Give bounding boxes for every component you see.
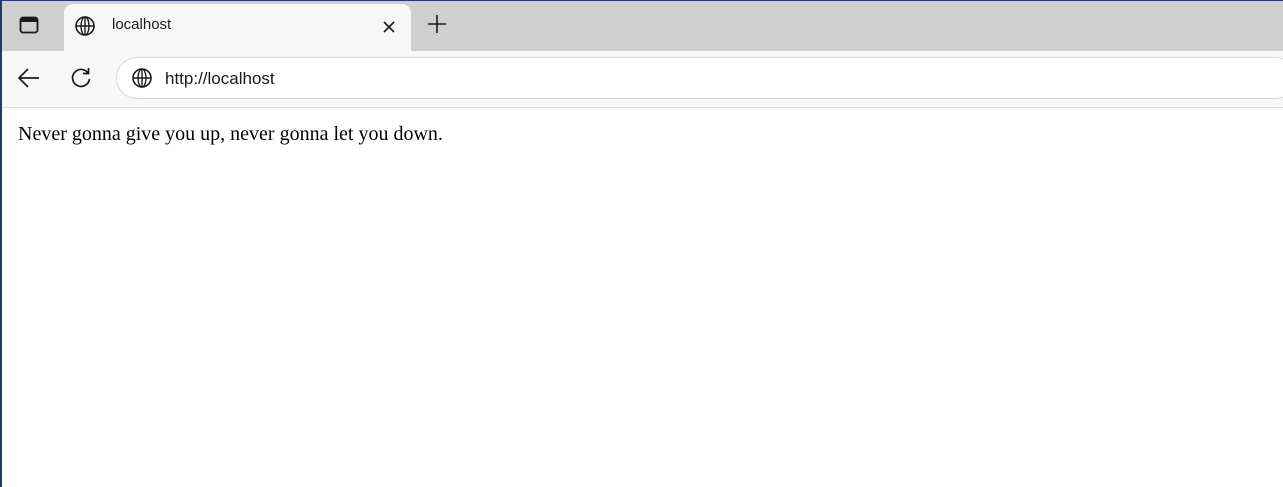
plus-icon	[427, 14, 447, 34]
tab-localhost[interactable]: localhost	[64, 4, 411, 51]
globe-icon	[74, 15, 96, 37]
tab-actions-button[interactable]	[8, 9, 50, 41]
back-button[interactable]	[14, 63, 44, 93]
reload-button[interactable]	[66, 63, 96, 93]
tab-title: localhost	[112, 16, 172, 33]
url-text[interactable]: http://localhost	[165, 69, 275, 89]
browser-toolbar: http://localhost	[2, 51, 1283, 108]
tab-actions-icon	[19, 16, 39, 34]
page-content: Never gonna give you up, never gonna let…	[2, 108, 1283, 487]
tab-strip: localhost	[2, 1, 1283, 51]
close-icon[interactable]	[376, 14, 402, 40]
browser-window: localhost http://localhost Never gonna g…	[0, 0, 1283, 487]
address-bar[interactable]: http://localhost	[116, 57, 1283, 99]
reload-icon	[69, 66, 93, 90]
new-tab-button[interactable]	[422, 9, 452, 39]
back-arrow-icon	[17, 68, 41, 88]
globe-icon[interactable]	[131, 67, 153, 89]
page-body-text: Never gonna give you up, never gonna let…	[18, 123, 443, 145]
